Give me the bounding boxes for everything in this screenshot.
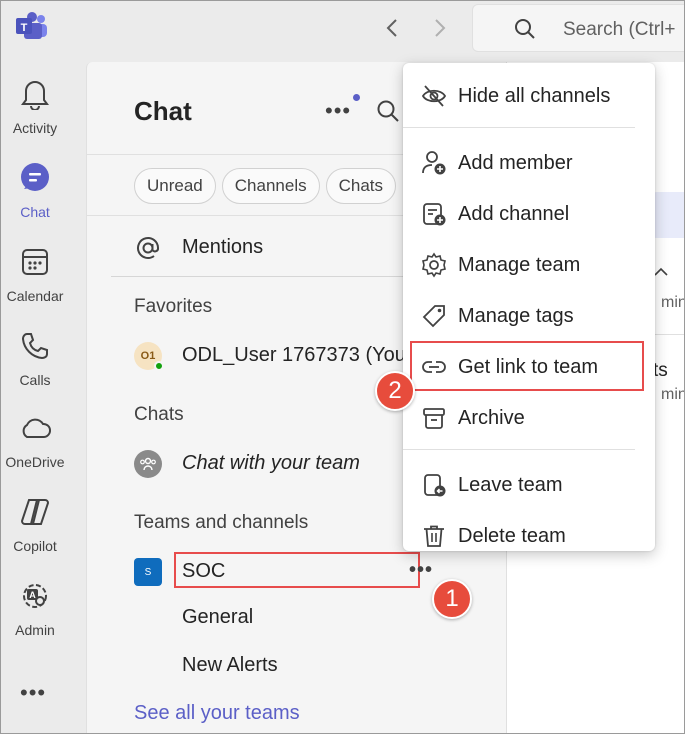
more-apps-button[interactable]: ••• [20,680,50,705]
chat-icon [17,160,53,196]
menu-item-label: Leave team [458,474,563,496]
section-header-favorites[interactable]: Favorites [134,296,212,318]
menu-item-label: Hide all channels [458,85,611,107]
menu-item-hide-all-channels[interactable]: Hide all channels [403,73,655,119]
menu-item-add-channel[interactable]: Add channel [403,191,655,237]
step-callout-2: 2 [375,371,415,411]
svg-text:A: A [29,590,36,600]
rail-label: Copilot [13,538,57,554]
item-title: ts [653,360,668,381]
trash-icon [421,523,447,549]
app-rail: Activity Chat Calendar Calls OneDrive Co… [0,62,86,734]
menu-item-label: Manage team [458,254,581,276]
rail-item-calendar[interactable]: Calendar [0,244,86,324]
page-title: Chat [134,96,192,126]
highlight-box-team [174,552,420,588]
rail-label: OneDrive [5,454,65,470]
search-icon [513,17,537,41]
see-all-teams-link[interactable]: See all your teams [134,702,300,725]
rail-label: Activity [12,120,58,136]
search-icon[interactable] [375,98,401,124]
avatar-wrapper [134,450,162,478]
menu-item-label: Delete team [458,525,566,547]
menu-divider [403,127,635,128]
phone-icon [17,328,53,364]
channel-item-new-alerts[interactable]: New Alerts [87,646,507,686]
menu-item-leave-team[interactable]: Leave team [403,462,655,508]
channel-name: New Alerts [182,654,278,676]
menu-item-manage-tags[interactable]: Manage tags [403,293,655,339]
list-item-label: Chat with your team [182,452,360,474]
rail-label: Calls [19,372,51,388]
section-header-teams[interactable]: Teams and channels [134,512,308,534]
filter-chats[interactable]: Chats [325,168,397,204]
tag-icon [421,303,447,329]
search-box[interactable]: Search (Ctrl+ [472,4,685,52]
menu-item-label: Archive [458,407,525,429]
menu-divider [403,449,635,450]
menu-item-delete-team[interactable]: Delete team [403,513,655,559]
timestamp: min [661,386,685,403]
rail-item-activity[interactable]: Activity [0,76,86,156]
team-context-menu: Hide all channels Add member Add channel… [403,63,655,551]
menu-item-label: Add channel [458,203,570,225]
person-add-icon [421,150,447,176]
svg-text:T: T [21,22,28,34]
avatar-wrapper: O1 [134,342,164,371]
menu-item-manage-team[interactable]: Manage team [403,242,655,288]
menu-item-label: Manage tags [458,305,574,327]
timestamp: min [661,294,685,311]
list-item-label: ODL_User 1767373 (You) [182,344,413,366]
search-placeholder: Search (Ctrl+ [563,19,676,40]
teams-logo-icon: T [14,12,50,42]
filter-chips: Unread Channels Chats [134,168,397,204]
presence-available-icon [154,361,164,371]
team-more-options-button[interactable]: ••• [409,559,433,582]
rail-item-chat[interactable]: Chat [0,160,86,240]
menu-item-add-member[interactable]: Add member [403,140,655,186]
rail-label: Admin [15,622,55,638]
admin-gear-icon: A [17,578,53,614]
rail-label: Chat [20,204,50,220]
avatar: O1 [134,342,164,371]
filter-channels[interactable]: Channels [221,168,320,204]
section-header-chats[interactable]: Chats [134,404,184,426]
archive-icon [421,405,447,431]
channel-name: General [182,606,254,628]
menu-item-label: Add member [458,152,573,174]
bell-icon [17,76,53,112]
home-icon [653,266,669,289]
rail-label: Calendar [6,288,64,304]
group-icon [134,450,162,478]
cloud-icon [17,410,53,446]
rail-item-admin[interactable]: A Admin [0,578,86,658]
filter-unread[interactable]: Unread [134,168,216,204]
menu-item-archive[interactable]: Archive [403,395,655,441]
highlight-box-get-link [410,341,644,391]
avatar-initials: O1 [140,350,156,362]
at-sign-icon [134,234,162,262]
list-item-label: Mentions [182,236,264,258]
team-avatar-wrapper: S [134,558,162,586]
calendar-icon [17,244,53,280]
channel-add-icon [421,201,447,227]
gear-icon [421,252,447,278]
eye-off-icon [421,83,447,109]
step-callout-1: 1 [432,579,472,619]
title-bar: T Search (Ctrl+ [0,0,685,62]
rail-item-copilot[interactable]: Copilot [0,494,86,574]
rail-item-onedrive[interactable]: OneDrive [0,410,86,490]
rail-item-calls[interactable]: Calls [0,328,86,408]
leave-icon [421,472,447,498]
notification-dot [353,94,360,101]
forward-arrow-icon[interactable] [426,14,454,42]
back-arrow-icon[interactable] [378,14,406,42]
team-avatar: S [134,558,162,586]
more-options-button[interactable]: ••• [325,98,351,124]
copilot-icon [17,494,53,530]
